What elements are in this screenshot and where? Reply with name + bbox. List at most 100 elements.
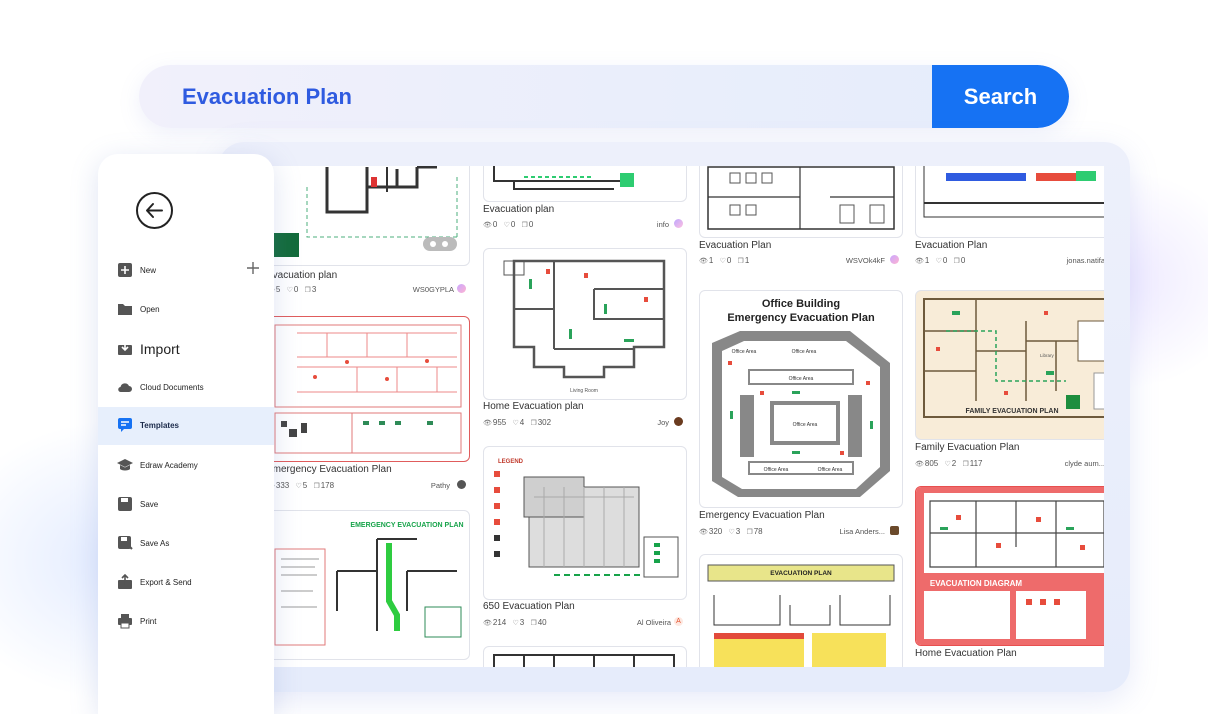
menu-label: Export & Send xyxy=(140,578,192,587)
menu-templates[interactable]: Templates xyxy=(98,407,274,445)
card-author: Lisa Anders... xyxy=(839,527,885,536)
template-thumbnail[interactable]: EMERGENCY EVACUATION PLAN xyxy=(271,510,470,660)
template-card[interactable]: Office Building Emergency Evacuation Pla… xyxy=(699,290,903,540)
menu-edraw-academy[interactable]: Edraw Academy xyxy=(98,447,274,485)
likes-stat: ♡0 xyxy=(719,256,732,265)
floor-plan-thumbnail: EMERGENCY EVACUATION PLAN xyxy=(274,522,464,646)
import-icon xyxy=(118,341,132,355)
template-thumbnail[interactable] xyxy=(271,166,470,266)
menu-open[interactable]: Open xyxy=(98,291,274,329)
template-thumbnail[interactable] xyxy=(699,166,903,238)
copies-stat: ❐0 xyxy=(521,220,534,229)
new-file-icon xyxy=(118,263,132,277)
template-card[interactable]: Evacuation plan 👁0 ♡0 ❐0 info xyxy=(483,166,687,236)
author-avatar xyxy=(674,417,683,426)
template-thumbnail[interactable] xyxy=(271,316,470,462)
menu-import[interactable]: Import xyxy=(98,330,274,368)
template-gallery[interactable]: Evacuation plan 👁5 ♡0 ❐3 WS0GYPLA Emerge… xyxy=(271,166,1104,667)
menu-save[interactable]: Save xyxy=(98,486,274,524)
template-thumbnail[interactable]: FAMILY EVACUATION PLAN Library xyxy=(915,290,1104,440)
eye-icon: 👁 xyxy=(699,258,708,265)
likes-stat: ♡0 xyxy=(935,256,948,265)
floor-plan-thumbnail: EVACUATION DIAGRAM xyxy=(916,487,1104,645)
copy-icon: ❐ xyxy=(530,620,537,627)
copies-stat: ❐78 xyxy=(746,527,763,536)
views-stat: 👁0 xyxy=(483,220,498,229)
card-stats: 👁1 ♡0 ❐0 xyxy=(915,256,969,265)
template-card[interactable]: Evacuation Plan 👁1 ♡0 ❐0 jonas.natifa xyxy=(915,166,1104,268)
floor-plan-thumbnail xyxy=(274,324,462,454)
template-card[interactable] xyxy=(483,646,687,667)
room-label: Office Area xyxy=(732,349,757,355)
template-card[interactable]: Living Room Home Evacuation plan 👁955 ♡4… xyxy=(483,248,687,430)
floor-plan-thumbnail xyxy=(707,166,895,230)
card-author: WS0GYPLA xyxy=(412,285,454,294)
copy-icon: ❐ xyxy=(962,461,969,468)
print-icon xyxy=(118,614,132,629)
thumb-title: FAMILY EVACUATION PLAN xyxy=(965,408,1058,415)
template-thumbnail[interactable] xyxy=(483,646,687,667)
thumb-legend: LEGEND xyxy=(498,459,524,465)
template-card[interactable]: EVACUATION DIAGRAM Home Evacuation Plan xyxy=(915,486,1104,666)
menu-export-send[interactable]: Export & Send xyxy=(98,564,274,602)
template-card[interactable]: EVACUATION PLAN xyxy=(699,554,903,667)
card-stats: 👁333 ♡5 ❐178 xyxy=(271,481,338,490)
menu-label: Edraw Academy xyxy=(140,461,198,470)
card-title: Evacuation plan xyxy=(271,270,338,281)
search-input[interactable]: Evacuation Plan xyxy=(182,65,352,128)
plus-icon[interactable] xyxy=(246,261,260,275)
heart-icon: ♡ xyxy=(286,287,293,294)
eye-icon: 👁 xyxy=(699,529,708,536)
template-thumbnail[interactable]: Office Building Emergency Evacuation Pla… xyxy=(699,290,903,508)
template-card[interactable]: Emergency Evacuation Plan 👁333 ♡5 ❐178 P… xyxy=(271,316,470,496)
floor-plan-thumbnail: FAMILY EVACUATION PLAN Library xyxy=(923,298,1104,418)
template-thumbnail[interactable] xyxy=(915,166,1104,238)
card-stats: 👁805 ♡2 ❐117 xyxy=(915,459,987,468)
card-title: Home Evacuation Plan xyxy=(915,648,1017,659)
export-icon xyxy=(118,574,132,589)
copy-icon: ❐ xyxy=(953,258,960,265)
menu-print[interactable]: Print xyxy=(98,603,274,641)
template-thumbnail[interactable]: EVACUATION PLAN xyxy=(699,554,903,667)
likes-stat: ♡0 xyxy=(503,220,516,229)
thumb-title: Emergency Evacuation Plan xyxy=(727,312,875,324)
thumb-title: Office Building xyxy=(762,298,840,310)
views-stat: 👁320 xyxy=(699,527,723,536)
copy-icon: ❐ xyxy=(304,287,311,294)
card-title: Home Evacuation plan xyxy=(483,401,584,412)
copies-stat: ❐1 xyxy=(737,256,750,265)
heart-icon: ♡ xyxy=(295,483,302,490)
card-title: Emergency Evacuation Plan xyxy=(271,464,392,475)
room-label: Office Area xyxy=(764,467,789,473)
template-card[interactable]: LEGEND 650 Evacuation Plan 👁214 ♡3 ❐40 A… xyxy=(483,446,687,632)
author-avatar xyxy=(674,219,683,228)
card-stats: 👁214 ♡3 ❐40 xyxy=(483,618,551,627)
card-stats: 👁1 ♡0 ❐1 xyxy=(699,256,753,265)
search-button[interactable]: Search xyxy=(932,65,1069,128)
file-sidebar: New Open Import Cloud Documents Template… xyxy=(98,154,274,714)
card-title: 650 Evacuation Plan xyxy=(483,601,575,612)
menu-save-as[interactable]: Save As xyxy=(98,525,274,563)
template-thumbnail[interactable]: LEGEND xyxy=(483,446,687,600)
menu-label: Import xyxy=(140,341,180,357)
copy-icon: ❐ xyxy=(530,420,537,427)
cloud-icon xyxy=(118,383,132,393)
card-author: Al Oliveira xyxy=(636,618,671,627)
heart-icon: ♡ xyxy=(935,258,942,265)
template-thumbnail[interactable]: EVACUATION DIAGRAM xyxy=(915,486,1104,646)
card-stats: 👁0 ♡0 ❐0 xyxy=(483,220,537,229)
menu-label: Open xyxy=(140,305,160,314)
copies-stat: ❐3 xyxy=(304,285,317,294)
author-avatar xyxy=(457,284,466,293)
template-card[interactable]: Evacuation plan 👁5 ♡0 ❐3 WS0GYPLA xyxy=(271,166,470,296)
menu-new[interactable]: New xyxy=(98,252,274,290)
menu-cloud-documents[interactable]: Cloud Documents xyxy=(98,369,274,407)
template-card[interactable]: EMERGENCY EVACUATION PLAN xyxy=(271,510,470,660)
template-thumbnail[interactable]: Living Room xyxy=(483,248,687,400)
template-thumbnail[interactable] xyxy=(483,166,687,202)
template-card[interactable]: FAMILY EVACUATION PLAN Library Family Ev… xyxy=(915,290,1104,474)
back-button[interactable] xyxy=(136,192,173,229)
room-label: Living Room xyxy=(570,388,598,394)
copies-stat: ❐178 xyxy=(313,481,335,490)
template-card[interactable]: Evacuation Plan 👁1 ♡0 ❐1 WSVOk4kF xyxy=(699,166,903,268)
